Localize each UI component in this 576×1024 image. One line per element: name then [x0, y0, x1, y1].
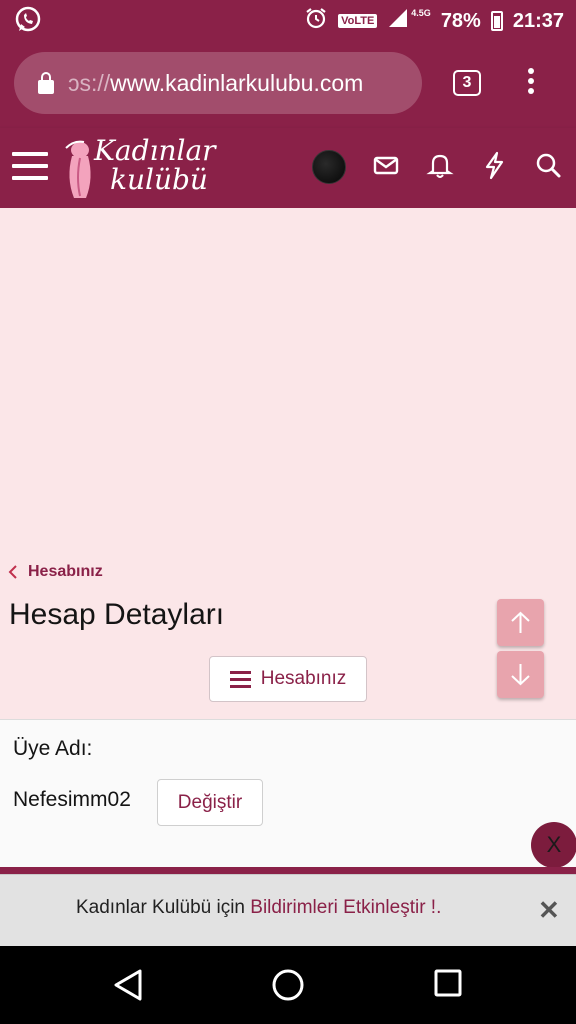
alarm-icon — [304, 6, 328, 36]
close-icon[interactable]: ✕ — [538, 895, 560, 926]
clock: 21:37 — [512, 9, 564, 32]
back-icon[interactable] — [112, 968, 144, 1007]
logo-line-2: kulübü — [110, 163, 208, 196]
bell-icon[interactable] — [425, 150, 455, 180]
enable-notifications-link[interactable]: Bildirimleri Etkinleştir ! — [250, 897, 436, 918]
username-value: Nefesimm02 — [13, 788, 131, 811]
notification-prefix: Kadınlar Kulübü için — [76, 897, 251, 918]
address-bar[interactable]: ɔs:// www.kadinlarkulubu.com — [14, 52, 422, 114]
notification-suffix: . — [436, 897, 442, 918]
site-logo[interactable]: Kadınlar kulübü — [64, 136, 224, 200]
url-scheme: ɔs:// — [68, 69, 111, 96]
site-header: Kadınlar kulübü — [0, 128, 576, 208]
bolt-icon[interactable] — [479, 150, 509, 180]
tab-switcher-button[interactable]: 3 — [453, 70, 481, 96]
breadcrumb[interactable]: Hesabınız — [8, 563, 103, 581]
whatsapp-icon — [14, 6, 42, 39]
footer-strip — [0, 867, 576, 874]
scroll-up-button[interactable] — [497, 599, 544, 646]
account-menu-button[interactable]: Hesabınız — [209, 656, 367, 702]
arrow-down-icon — [511, 664, 530, 686]
network-type: 4.5G — [411, 8, 431, 18]
avatar[interactable] — [312, 150, 346, 184]
chevron-left-icon — [8, 565, 17, 579]
envelope-icon[interactable] — [371, 150, 401, 180]
menu-lines-icon — [229, 667, 251, 692]
volte-badge: VoLTE — [338, 14, 378, 28]
arrow-up-icon — [511, 611, 530, 633]
username-label: Üye Adı: — [13, 737, 93, 760]
lock-icon — [38, 72, 54, 94]
hamburger-menu-icon[interactable] — [12, 152, 48, 182]
url-text: www.kadinlarkulubu.com — [110, 69, 364, 96]
notification-bar: Kadınlar Kulübü için Bildirimleri Etkinl… — [0, 874, 576, 946]
system-nav-bar — [0, 946, 576, 1024]
change-username-button[interactable]: Değiştir — [157, 779, 263, 826]
search-icon[interactable] — [533, 150, 563, 180]
ad-placeholder — [0, 208, 576, 548]
account-menu-label: Hesabınız — [260, 668, 347, 689]
notification-text: Kadınlar Kulübü için Bildirimleri Etkinl… — [76, 897, 441, 919]
browser-toolbar: ɔs:// www.kadinlarkulubu.com 3 — [0, 38, 576, 128]
battery-icon — [490, 11, 503, 31]
signal-icon — [387, 7, 409, 35]
logo-text: Kadınlar kulübü — [94, 136, 216, 194]
floating-close-button[interactable]: X — [531, 822, 576, 868]
status-bar: VoLTE 4.5G 78% 21:37 — [0, 0, 576, 38]
battery-percent: 78% — [440, 9, 481, 32]
home-icon[interactable] — [271, 968, 305, 1007]
page-title: Hesap Detayları — [9, 598, 225, 631]
breadcrumb-link[interactable]: Hesabınız — [28, 563, 103, 581]
recents-icon[interactable] — [433, 968, 463, 1003]
scroll-down-button[interactable] — [497, 651, 544, 698]
browser-menu-icon[interactable] — [524, 68, 538, 98]
